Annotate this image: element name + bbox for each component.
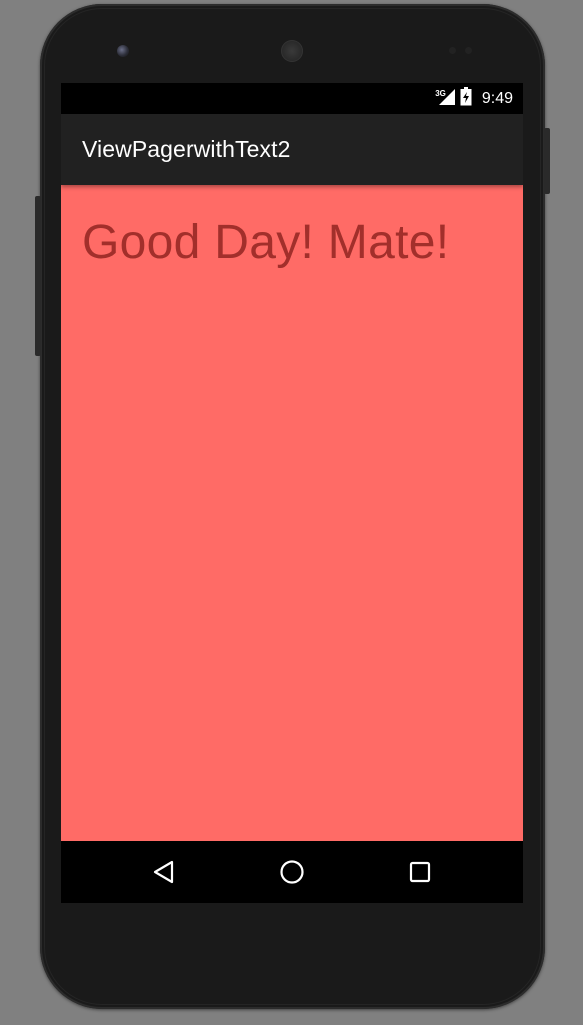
power-button — [544, 128, 550, 194]
front-camera — [117, 45, 129, 57]
view-pager-page[interactable]: Good Day! Mate! — [61, 185, 523, 841]
volume-button — [35, 196, 41, 356]
status-icons: 3G 9:49 — [435, 87, 513, 111]
page-text: Good Day! Mate! — [82, 216, 450, 269]
home-circle-icon — [280, 860, 304, 884]
back-button[interactable] — [147, 855, 181, 889]
action-bar: ViewPagerwithText2 — [61, 114, 523, 185]
navigation-bar — [61, 841, 523, 903]
recents-square-icon — [409, 861, 431, 883]
back-triangle-icon — [153, 860, 174, 884]
clock: 9:49 — [481, 90, 513, 107]
app-title: ViewPagerwithText2 — [82, 136, 291, 162]
screen: 3G 9:49 ViewPagerwithText2 Good Day! Mat… — [61, 83, 523, 903]
status-bar: 3G 9:49 — [61, 83, 523, 114]
proximity-sensor — [449, 47, 456, 54]
light-sensor — [465, 47, 472, 54]
earpiece-speaker — [281, 40, 303, 62]
network-type: 3G — [435, 88, 446, 98]
recents-button[interactable] — [403, 855, 437, 889]
home-button[interactable] — [275, 855, 309, 889]
battery-charging-icon — [460, 87, 472, 111]
